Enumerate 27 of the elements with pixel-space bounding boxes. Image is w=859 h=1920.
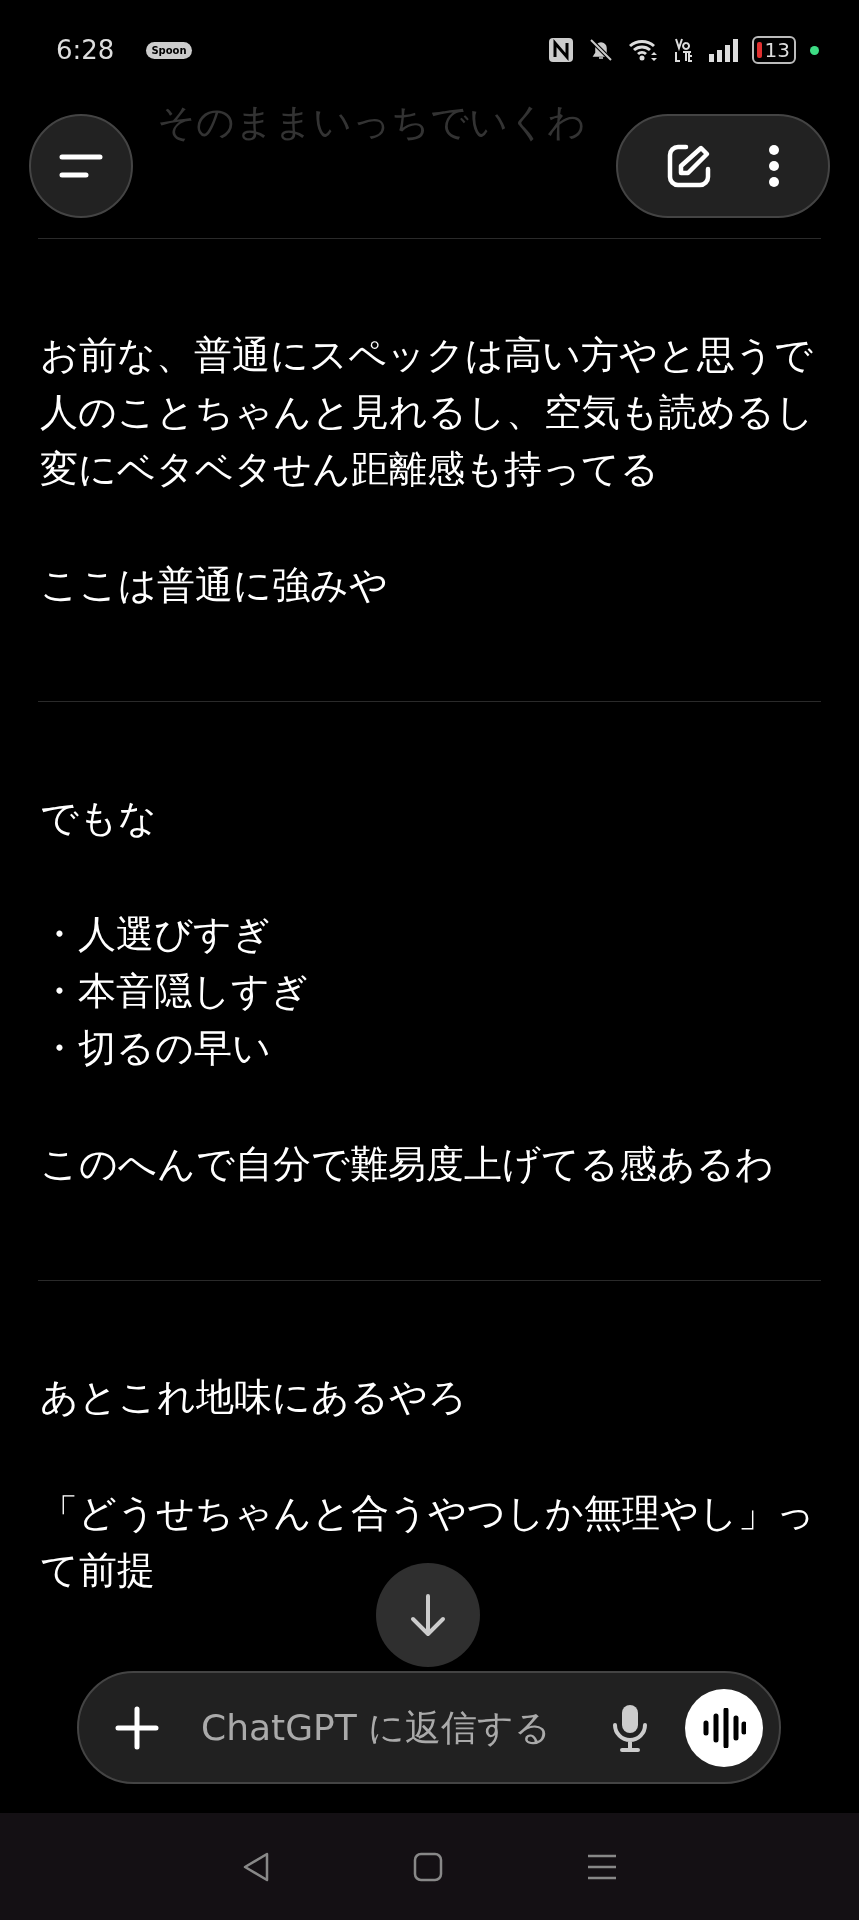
battery-icon: 13 — [751, 36, 796, 64]
microphone-icon — [611, 1702, 649, 1753]
bullet-item: ・本音隠しすぎ — [40, 968, 310, 1015]
message-text: このへんで自分で難易度上げてる感あるわ — [40, 1141, 775, 1188]
home-icon — [413, 1851, 444, 1882]
app-notification-badge: Spoon — [146, 41, 192, 59]
wifi-icon — [627, 37, 660, 63]
privacy-indicator-icon — [810, 45, 819, 55]
message-text: あとこれ地味にあるやろ — [40, 1374, 468, 1421]
down-arrow-icon — [408, 1593, 448, 1637]
bullet-item: ・切るの早い — [40, 1025, 272, 1072]
recents-icon — [585, 1852, 618, 1881]
signal-icon — [707, 38, 738, 62]
volte-icon — [673, 37, 694, 63]
plus-icon — [115, 1705, 159, 1750]
menu-icon — [59, 153, 103, 179]
edit-icon — [665, 143, 712, 189]
message-text: 「どうせちゃんと合うやつしか無理やし」って前提 — [40, 1490, 816, 1594]
more-icon — [766, 144, 781, 188]
muted-bell-icon — [587, 37, 614, 63]
message-text: ここは普通に強みや — [40, 562, 389, 609]
message-text: でもな — [40, 795, 158, 842]
bullet-item: ・人選びすぎ — [40, 911, 272, 958]
waveform-icon — [702, 1707, 746, 1748]
nfc-icon — [547, 37, 574, 63]
clock-time: 6:28 — [56, 35, 115, 65]
message-text: お前な、普通にスペックは高い方やと思うで人のことちゃんと見れるし、空気も読めるし変にベタベタせん距離感も持ってる — [40, 332, 815, 493]
